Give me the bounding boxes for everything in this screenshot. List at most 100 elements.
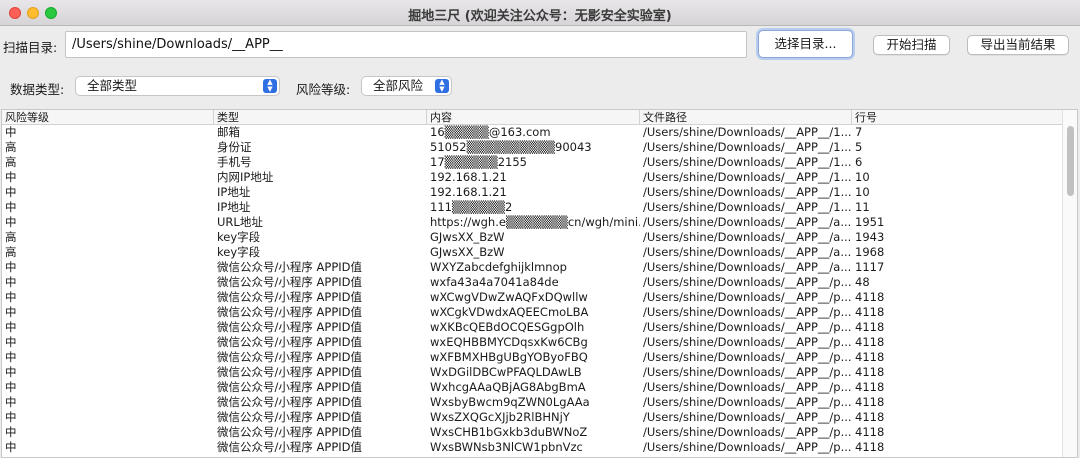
cell-path: /Users/shine/Downloads/__APP__/1... [643, 140, 852, 154]
cell-line: 4118 [855, 350, 885, 364]
cell-content: wxEQHBBMYCDqsxKw6CBg [430, 335, 588, 349]
cell-content: 17▒▒▒▒▒▒2155 [430, 155, 527, 169]
table-row[interactable]: 中 微信公众号/小程序 APPID值 wXCgkVDwdxAQEECmoLBA/Us… [2, 305, 1064, 320]
table-row[interactable]: 中 微信公众号/小程序 APPID值 wXCwgVDwZwAQFxDQwllw/Us… [2, 290, 1064, 305]
cell-type: 微信公众号/小程序 APPID值 [217, 365, 363, 379]
table-row[interactable]: 中 URL地址 https://wgh.e▒▒▒▒▒▒▒cn/wgh/mini...… [2, 215, 1064, 230]
cell-line: 4118 [855, 380, 885, 394]
table-row[interactable]: 中 微信公众号/小程序 APPID值 WxsZXQGcXJjb2RlBHNjY/Us… [2, 410, 1064, 425]
cell-type: URL地址 [217, 215, 263, 229]
cell-risk: 中 [5, 425, 17, 439]
table-row[interactable]: 中 微信公众号/小程序 APPID值 wXKBcQEBdOCQESGgpOlh/Us… [2, 320, 1064, 335]
cell-line: 1968 [855, 245, 885, 259]
table-row[interactable]: 中 微信公众号/小程序 APPID值 WxsBWNsb3NlCW1pbnVzc/Us… [2, 440, 1064, 455]
cell-type: IP地址 [217, 185, 251, 199]
cell-content: 192.168.1.21 [430, 170, 507, 184]
cell-line: 4118 [855, 335, 885, 349]
table-row[interactable]: 中 IP地址 192.168.1.21/Users/shine/Downloads/… [2, 185, 1064, 200]
cell-type: 邮箱 [217, 125, 240, 139]
cell-type: 微信公众号/小程序 APPID值 [217, 410, 363, 424]
cell-content: https://wgh.e▒▒▒▒▒▒▒cn/wgh/mini... [430, 215, 640, 229]
column-header-path[interactable]: 文件路径 [640, 110, 852, 125]
scan-dir-label: 扫描目录: [3, 40, 58, 55]
risk-level-value: 全部风险 [373, 78, 424, 93]
results-table[interactable]: 风险等级 类型 内容 文件路径 行号 中 邮箱 16▒▒▒▒▒@163.com/Us… [1, 109, 1078, 458]
cell-path: /Users/shine/Downloads/__APP__/p... [643, 350, 852, 364]
cell-line: 1117 [855, 260, 885, 274]
cell-content: WXYZabcdefghijklmnop [430, 260, 567, 274]
cell-line: 4118 [855, 320, 885, 334]
column-header-type[interactable]: 类型 [214, 110, 427, 125]
cell-content: wXCgkVDwdxAQEECmoLBA [430, 305, 589, 319]
cell-type: 微信公众号/小程序 APPID值 [217, 335, 363, 349]
choose-dir-button[interactable]: 选择目录... [758, 30, 853, 58]
cell-line: 4118 [855, 365, 885, 379]
cell-risk: 中 [5, 275, 17, 289]
cell-line: 5 [855, 140, 863, 154]
cell-content: WxhcgAAaQBjAG8AbgBmA [430, 380, 586, 394]
cell-line: 7 [855, 125, 863, 139]
cell-risk: 中 [5, 170, 17, 184]
chevron-updown-icon: ▲ ▼ [435, 79, 449, 93]
table-row[interactable]: 中 微信公众号/小程序 APPID值 WXYZabcdefghijklmnop/Us… [2, 260, 1064, 275]
cell-risk: 高 [5, 155, 17, 169]
cell-risk: 中 [5, 440, 17, 454]
scrollbar-thumb[interactable] [1067, 126, 1074, 196]
cell-risk: 中 [5, 335, 17, 349]
cell-path: /Users/shine/Downloads/__APP__/p... [643, 440, 852, 454]
cell-path: /Users/shine/Downloads/__APP__/1... [643, 170, 852, 184]
column-header-content[interactable]: 内容 [427, 110, 640, 125]
cell-type: 微信公众号/小程序 APPID值 [217, 380, 363, 394]
table-row[interactable]: 高 身份证 51052▒▒▒▒▒▒▒▒▒▒90043/Users/shine/Dow… [2, 140, 1064, 155]
table-row[interactable]: 中 微信公众号/小程序 APPID值 WxsbyBwcm9qZWN0LgAAa/Us… [2, 395, 1064, 410]
table-row[interactable]: 高 key字段 GJwsXX_BzW/Users/shine/Downloads/_… [2, 230, 1064, 245]
vertical-scrollbar[interactable] [1062, 110, 1077, 457]
table-row[interactable]: 中 内网IP地址 192.168.1.21/Users/shine/Download… [2, 170, 1064, 185]
column-header-line[interactable]: 行号 [852, 110, 1064, 125]
cell-content: WxsbyBwcm9qZWN0LgAAa [430, 395, 590, 409]
table-row[interactable]: 中 微信公众号/小程序 APPID值 wxfa43a4a7041a84de/User… [2, 275, 1064, 290]
table-row[interactable]: 中 微信公众号/小程序 APPID值 wxEQHBBMYCDqsxKw6CBg/Us… [2, 335, 1064, 350]
table-row[interactable]: 中 IP地址 111▒▒▒▒▒▒2/Users/shine/Downloads/__… [2, 200, 1064, 215]
cell-type: key字段 [217, 230, 261, 244]
cell-path: /Users/shine/Downloads/__APP__/p... [643, 290, 852, 304]
cell-line: 1951 [855, 215, 885, 229]
table-row[interactable]: 中 微信公众号/小程序 APPID值 wXFBMXHBgUBgYOByoFBQ/Us… [2, 350, 1064, 365]
table-row[interactable]: 中 邮箱 16▒▒▒▒▒@163.com/Users/shine/Downloads… [2, 125, 1064, 140]
cell-path: /Users/shine/Downloads/__APP__/p... [643, 365, 852, 379]
data-type-label: 数据类型: [10, 82, 65, 97]
start-scan-button[interactable]: 开始扫描 [873, 35, 950, 55]
cell-risk: 中 [5, 320, 17, 334]
cell-line: 10 [855, 185, 870, 199]
cell-risk: 中 [5, 305, 17, 319]
column-header-risk[interactable]: 风险等级 [2, 110, 214, 125]
table-row[interactable]: 高 key字段 GJwsXX_BzW/Users/shine/Downloads/_… [2, 245, 1064, 260]
table-header: 风险等级 类型 内容 文件路径 行号 [2, 110, 1064, 125]
cell-line: 4118 [855, 425, 885, 439]
data-type-select[interactable]: 全部类型 ▲ ▼ [75, 76, 280, 96]
cell-line: 11 [855, 200, 870, 214]
title-bar: 掘地三尺 (欢迎关注公众号：无影安全实验室) [0, 0, 1080, 26]
cell-content: WxsCHB1bGxkb3duBWNoZ [430, 425, 588, 439]
table-row[interactable]: 中 微信公众号/小程序 APPID值 WxsCHB1bGxkb3duBWNoZ/Us… [2, 425, 1064, 440]
cell-path: /Users/shine/Downloads/__APP__/a... [643, 230, 852, 244]
risk-level-select[interactable]: 全部风险 ▲ ▼ [361, 76, 452, 96]
cell-path: /Users/shine/Downloads/__APP__/p... [643, 305, 852, 319]
cell-path: /Users/shine/Downloads/__APP__/1... [643, 125, 852, 139]
cell-risk: 中 [5, 200, 17, 214]
table-row[interactable]: 中 微信公众号/小程序 APPID值 WxhcgAAaQBjAG8AbgBmA/Us… [2, 380, 1064, 395]
cell-line: 4118 [855, 410, 885, 424]
cell-content: 192.168.1.21 [430, 185, 507, 199]
cell-path: /Users/shine/Downloads/__APP__/p... [643, 380, 852, 394]
cell-path: /Users/shine/Downloads/__APP__/p... [643, 275, 852, 289]
cell-path: /Users/shine/Downloads/__APP__/1... [643, 200, 852, 214]
cell-content: GJwsXX_BzW [430, 230, 505, 244]
table-row[interactable]: 中 微信公众号/小程序 APPID值 WxDGilDBCwPFAQLDAwLB/Us… [2, 365, 1064, 380]
cell-type: 微信公众号/小程序 APPID值 [217, 350, 363, 364]
cell-path: /Users/shine/Downloads/__APP__/p... [643, 425, 852, 439]
export-results-button[interactable]: 导出当前结果 [967, 35, 1069, 55]
window-title: 掘地三尺 (欢迎关注公众号：无影安全实验室) [408, 9, 672, 24]
table-row[interactable]: 高 手机号 17▒▒▒▒▒▒2155/Users/shine/Downloads/_… [2, 155, 1064, 170]
cell-line: 4118 [855, 395, 885, 409]
scan-path-input[interactable] [65, 31, 747, 58]
